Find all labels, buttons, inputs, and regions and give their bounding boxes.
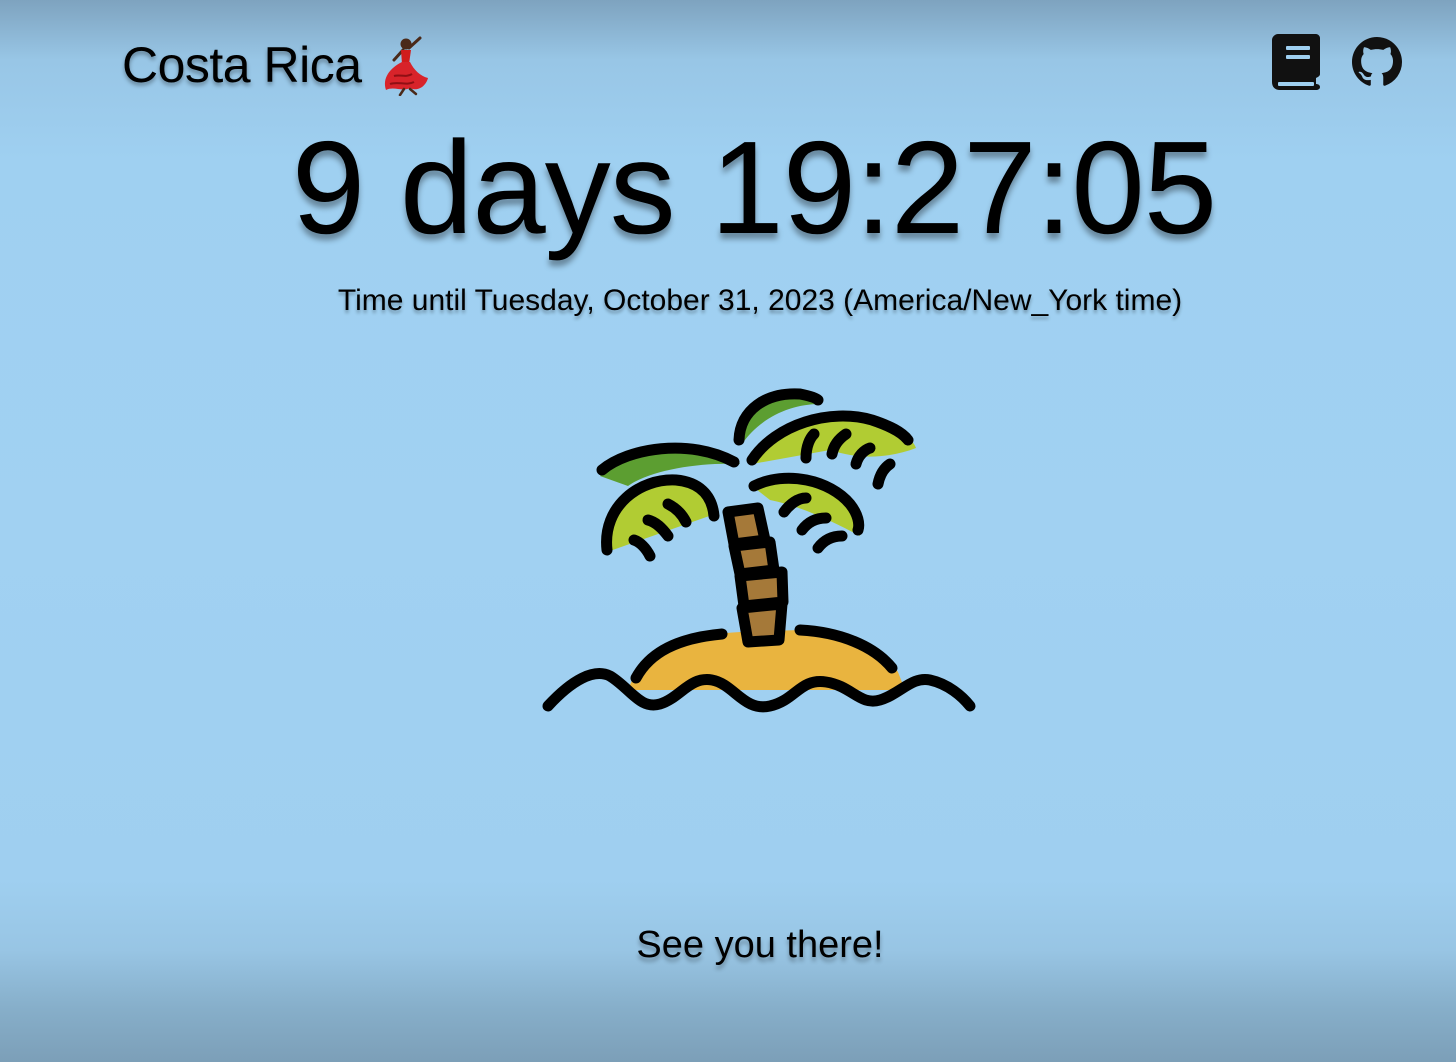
book-icon[interactable] bbox=[1272, 34, 1322, 90]
target-date-subtitle: Time until Tuesday, October 31, 2023 (Am… bbox=[337, 284, 1183, 317]
header-links bbox=[1272, 34, 1402, 90]
footer-message: See you there! bbox=[636, 924, 884, 966]
page-header: Costa Rica bbox=[122, 30, 432, 100]
site-title[interactable]: Costa Rica bbox=[122, 36, 362, 94]
desert-island-icon bbox=[542, 388, 976, 713]
github-icon[interactable] bbox=[1352, 37, 1402, 87]
dancer-icon bbox=[384, 36, 428, 96]
countdown-timer: 9 days 19:27:05 bbox=[291, 114, 1217, 261]
